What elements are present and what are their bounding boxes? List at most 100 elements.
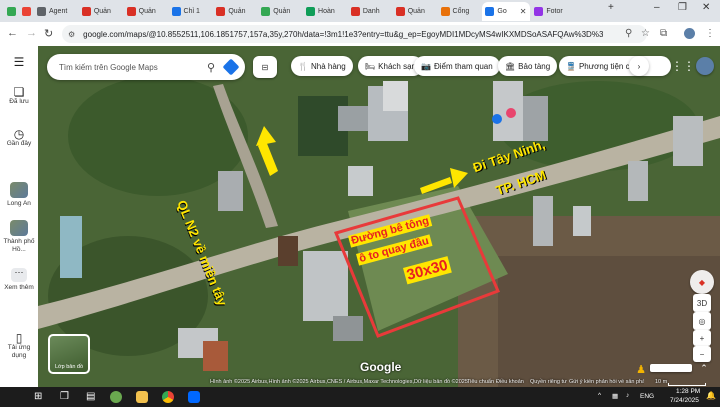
- tab-label: Quản: [93, 8, 111, 15]
- tab-label: Danh: [362, 8, 380, 15]
- place-thumbnail: [10, 182, 28, 198]
- tab-label: Quản: [228, 8, 246, 15]
- tab-label: Quản: [273, 8, 291, 15]
- tab-favicon-icon: [37, 7, 46, 16]
- tab-label: Hoàn: [318, 8, 335, 15]
- browser-tab[interactable]: Cổng: [438, 2, 482, 21]
- scale-bar: [668, 383, 706, 386]
- tab-favicon-icon: [7, 7, 16, 16]
- browser-tab[interactable]: Quản: [258, 2, 302, 21]
- volume-icon[interactable]: ♪: [626, 392, 629, 399]
- extensions-icon[interactable]: ⧉: [660, 28, 667, 39]
- satellite-imagery: [38, 46, 720, 387]
- browser-tab[interactable]: Agent: [34, 2, 78, 21]
- file-explorer-icon[interactable]: [136, 391, 148, 403]
- clock-date[interactable]: 7/24/2025: [670, 397, 699, 404]
- site-info-icon[interactable]: ⚙: [68, 30, 75, 39]
- museum-icon: 🏛: [505, 61, 516, 71]
- chip-restaurants[interactable]: 🍴 Nhà hàng: [291, 56, 353, 76]
- rail-more[interactable]: ⋯ Xem thêm: [0, 268, 38, 292]
- search-input[interactable]: Tìm kiếm trên Google Maps: [59, 63, 207, 72]
- notification-bell-icon[interactable]: 🔔: [706, 391, 716, 400]
- satellite-map[interactable]: QL N2 về miền tây Đi Tây Ninh, TP. HCM Đ…: [38, 46, 720, 387]
- tab-favicon-icon: [126, 7, 136, 16]
- forward-icon[interactable]: →: [26, 27, 37, 39]
- account-avatar[interactable]: [696, 57, 714, 75]
- map-tilt-control[interactable]: ◆: [690, 270, 714, 294]
- tab-favicon-icon: [261, 7, 271, 16]
- location-icon[interactable]: ⚲: [625, 28, 632, 39]
- network-icon[interactable]: ▦: [612, 392, 618, 400]
- new-tab-button[interactable]: +: [608, 2, 614, 13]
- windows-start-icon[interactable]: ⊞: [34, 391, 42, 402]
- browser-tab[interactable]: Hoàn: [303, 2, 347, 21]
- tab-favicon-icon: [306, 7, 316, 16]
- tab-close-icon[interactable]: ✕: [520, 7, 527, 16]
- tab-label: Chỉ 1: [183, 8, 200, 15]
- browser-tab[interactable]: [4, 2, 18, 21]
- chrome-icon[interactable]: [162, 391, 174, 403]
- task-view-icon[interactable]: ❒: [60, 391, 69, 402]
- link-privacy[interactable]: Quyền riêng tư: [530, 379, 567, 385]
- browser-tab[interactable]: Chỉ 1: [169, 2, 213, 21]
- maps-search-box[interactable]: Tìm kiếm trên Google Maps ⚲: [47, 54, 245, 80]
- url-field[interactable]: ⚙ google.com/maps/@10.8552511,106.185175…: [62, 25, 647, 43]
- maximize-button[interactable]: ❐: [678, 2, 687, 13]
- browser-tab[interactable]: Quản: [213, 2, 257, 21]
- rail-menu-button[interactable]: ☰: [0, 55, 38, 69]
- hamburger-icon: ☰: [13, 55, 25, 69]
- rail-place-long-an[interactable]: Long An: [0, 182, 38, 208]
- close-window-button[interactable]: ✕: [702, 2, 710, 13]
- menu-dots-icon[interactable]: ⋮: [705, 28, 715, 39]
- minimize-button[interactable]: –: [654, 2, 660, 13]
- chevron-right-icon: ›: [637, 61, 641, 71]
- map-attribution: Hình ảnh ©2025 Airbus,Hình ảnh ©2025 Air…: [210, 379, 468, 385]
- link-feedback[interactable]: Gửi ý kiến phản hồi về sản phẩm: [569, 379, 644, 385]
- chip-attractions[interactable]: 📷 Điểm tham quan: [414, 56, 500, 76]
- directions-icon[interactable]: [222, 58, 240, 76]
- link-terms[interactable]: Điều khoản: [496, 379, 524, 385]
- zoom-in-button[interactable]: +: [693, 330, 711, 346]
- browser-tab[interactable]: [19, 2, 33, 21]
- app-icon-green[interactable]: [110, 391, 122, 403]
- keyboard-lang[interactable]: ENG: [640, 393, 654, 400]
- apps-grid-button[interactable]: ⋮⋮: [671, 57, 695, 75]
- bookmark-star-icon[interactable]: ☆: [641, 28, 650, 39]
- profile-avatar[interactable]: [684, 28, 695, 39]
- phone-icon: ▯: [15, 331, 23, 345]
- 3d-toggle-button[interactable]: 3D: [693, 294, 711, 312]
- tray-chevron-icon[interactable]: ^: [598, 392, 601, 399]
- chips-next-button[interactable]: ›: [629, 56, 649, 76]
- place-thumbnail: [10, 220, 28, 236]
- back-icon[interactable]: ←: [7, 27, 18, 39]
- browser-tab[interactable]: Danh: [348, 2, 392, 21]
- rail-download-app[interactable]: ▯ Tải ứng dụng: [0, 331, 38, 360]
- imagery-toggle[interactable]: [650, 364, 692, 372]
- chip-museums[interactable]: 🏛 Bảo tàng: [498, 56, 558, 76]
- tab-favicon-icon: [171, 7, 181, 16]
- reload-icon[interactable]: ↻: [44, 27, 53, 40]
- street-view-pegman[interactable]: ♟: [635, 363, 647, 376]
- apps-grid-icon: ⋮⋮: [671, 59, 695, 73]
- windows-taskbar: ⊞ ❒ ▤ ^ ▦ ♪ ENG 1:28 PM 7/24/2025 🔔: [0, 387, 720, 407]
- browser-tab[interactable]: Fotor: [531, 2, 575, 21]
- tab-label: Quản: [407, 8, 425, 15]
- expand-icon[interactable]: ⌃: [698, 362, 710, 374]
- zalo-icon[interactable]: [188, 391, 200, 403]
- rail-saved[interactable]: ❏ Đã lưu: [0, 86, 38, 106]
- transit-filter-button[interactable]: ⊟: [253, 56, 277, 78]
- rail-place-hcm[interactable]: Thành phố Hồ...: [0, 220, 38, 254]
- zoom-out-button[interactable]: −: [693, 346, 711, 362]
- chip-transit[interactable]: 🚆 Phương tiện công: [559, 56, 671, 76]
- rail-recent[interactable]: ◷ Gần đây: [0, 128, 38, 148]
- explorer-icon[interactable]: ▤: [86, 391, 95, 402]
- my-location-button[interactable]: ◎: [693, 312, 711, 330]
- browser-tab[interactable]: Quản: [79, 2, 123, 21]
- browser-tab[interactable]: Go ✕: [482, 2, 531, 21]
- search-icon[interactable]: ⚲: [207, 61, 215, 74]
- browser-tab[interactable]: Quản: [124, 2, 168, 21]
- layers-toggle[interactable]: Lớp bản đồ: [48, 334, 90, 374]
- link-standards[interactable]: Tiêu chuẩn: [467, 379, 494, 385]
- browser-tab[interactable]: Quản: [393, 2, 437, 21]
- clock-time[interactable]: 1:28 PM: [676, 388, 700, 395]
